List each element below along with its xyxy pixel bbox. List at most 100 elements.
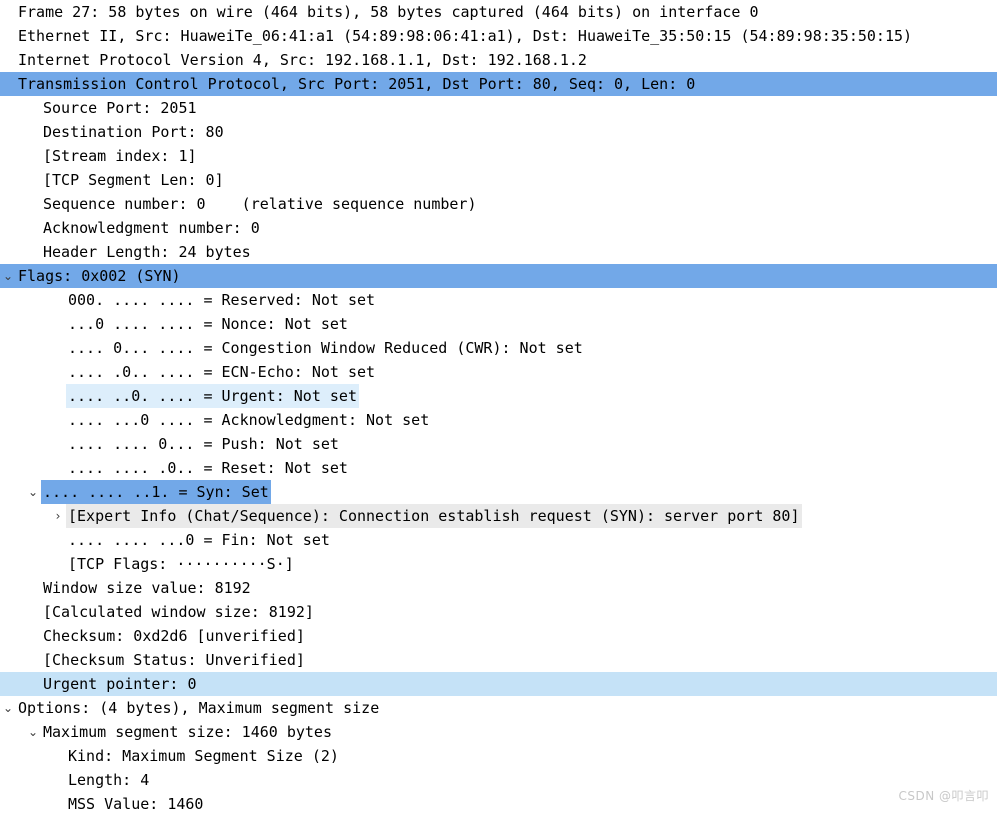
chevron-placeholder	[50, 744, 66, 768]
tree-row-window-size-value[interactable]: Window size value: 8192	[0, 576, 997, 600]
tree-row-flags[interactable]: ⌄Flags: 0x002 (SYN)	[0, 264, 997, 288]
tree-row-label: .... ..0. .... = Urgent: Not set	[66, 384, 359, 408]
chevron-down-icon[interactable]: ⌄	[0, 264, 16, 288]
chevron-placeholder	[25, 144, 41, 168]
chevron-placeholder	[50, 792, 66, 816]
chevron-placeholder	[50, 288, 66, 312]
tree-row-label: Urgent pointer: 0	[41, 672, 199, 696]
tree-row-mss-length[interactable]: Length: 4	[0, 768, 997, 792]
chevron-placeholder	[50, 528, 66, 552]
tree-row-label: Transmission Control Protocol, Src Port:…	[16, 72, 697, 96]
chevron-placeholder	[0, 24, 16, 48]
tree-row-mss-value[interactable]: MSS Value: 1460	[0, 792, 997, 816]
tree-row-label: Maximum segment size: 1460 bytes	[41, 720, 334, 744]
tree-row-label: ...0 .... .... = Nonce: Not set	[66, 312, 350, 336]
tree-row-flag-urgent[interactable]: .... ..0. .... = Urgent: Not set	[0, 384, 997, 408]
chevron-placeholder	[25, 648, 41, 672]
tree-row-calculated-window-size[interactable]: [Calculated window size: 8192]	[0, 600, 997, 624]
chevron-placeholder	[50, 360, 66, 384]
tree-row-flag-reset[interactable]: .... .... .0.. = Reset: Not set	[0, 456, 997, 480]
chevron-placeholder	[0, 48, 16, 72]
tree-row-flag-push[interactable]: .... .... 0... = Push: Not set	[0, 432, 997, 456]
tree-row-flag-ecn-echo[interactable]: .... .0.. .... = ECN-Echo: Not set	[0, 360, 997, 384]
chevron-placeholder	[25, 168, 41, 192]
chevron-placeholder	[0, 72, 16, 96]
chevron-right-icon[interactable]: ›	[50, 504, 66, 528]
tree-row-flag-nonce[interactable]: ...0 .... .... = Nonce: Not set	[0, 312, 997, 336]
chevron-down-icon[interactable]: ⌄	[25, 480, 41, 504]
csdn-watermark: CSDN @叩言叩	[898, 787, 989, 804]
tree-row-label: Ethernet II, Src: HuaweiTe_06:41:a1 (54:…	[16, 24, 914, 48]
tree-row-destination-port[interactable]: Destination Port: 80	[0, 120, 997, 144]
tree-row-frame[interactable]: Frame 27: 58 bytes on wire (464 bits), 5…	[0, 0, 997, 24]
chevron-down-icon[interactable]: ⌄	[0, 696, 16, 720]
tree-row-label: 000. .... .... = Reserved: Not set	[66, 288, 377, 312]
tree-row-stream-index[interactable]: [Stream index: 1]	[0, 144, 997, 168]
tree-row-label: Length: 4	[66, 768, 151, 792]
tree-row-expert-info[interactable]: ›[Expert Info (Chat/Sequence): Connectio…	[0, 504, 997, 528]
tree-row-flag-syn[interactable]: ⌄.... .... ..1. = Syn: Set	[0, 480, 997, 504]
tree-row-label: [Checksum Status: Unverified]	[41, 648, 307, 672]
tree-row-acknowledgment-number[interactable]: Acknowledgment number: 0	[0, 216, 997, 240]
chevron-placeholder	[25, 624, 41, 648]
tree-row-label: [Stream index: 1]	[41, 144, 199, 168]
tree-row-tcp[interactable]: Transmission Control Protocol, Src Port:…	[0, 72, 997, 96]
tree-row-tcp-flags-summary[interactable]: [TCP Flags: ··········S·]	[0, 552, 997, 576]
tree-row-label: .... 0... .... = Congestion Window Reduc…	[66, 336, 585, 360]
tree-row-flag-acknowledgment[interactable]: .... ...0 .... = Acknowledgment: Not set	[0, 408, 997, 432]
tree-row-label: Acknowledgment number: 0	[41, 216, 262, 240]
chevron-placeholder	[25, 240, 41, 264]
chevron-placeholder	[25, 96, 41, 120]
packet-details-tree[interactable]: Frame 27: 58 bytes on wire (464 bits), 5…	[0, 0, 997, 810]
tree-row-label: [Calculated window size: 8192]	[41, 600, 316, 624]
tree-row-flag-cwr[interactable]: .... 0... .... = Congestion Window Reduc…	[0, 336, 997, 360]
chevron-placeholder	[25, 120, 41, 144]
tree-row-ipv4[interactable]: Internet Protocol Version 4, Src: 192.16…	[0, 48, 997, 72]
tree-row-label: Options: (4 bytes), Maximum segment size	[16, 696, 381, 720]
tree-row-mss-kind[interactable]: Kind: Maximum Segment Size (2)	[0, 744, 997, 768]
chevron-placeholder	[50, 336, 66, 360]
tree-row-label: .... .... .0.. = Reset: Not set	[66, 456, 350, 480]
tree-row-tcp-segment-len[interactable]: [TCP Segment Len: 0]	[0, 168, 997, 192]
tree-row-label: .... ...0 .... = Acknowledgment: Not set	[66, 408, 431, 432]
chevron-placeholder	[50, 456, 66, 480]
tree-row-label: Header Length: 24 bytes	[41, 240, 253, 264]
chevron-down-icon[interactable]: ⌄	[25, 720, 41, 744]
chevron-placeholder	[25, 216, 41, 240]
chevron-placeholder	[25, 576, 41, 600]
tree-row-options[interactable]: ⌄Options: (4 bytes), Maximum segment siz…	[0, 696, 997, 720]
tree-row-label: [TCP Flags: ··········S·]	[66, 552, 296, 576]
tree-row-ethernet[interactable]: Ethernet II, Src: HuaweiTe_06:41:a1 (54:…	[0, 24, 997, 48]
chevron-placeholder	[50, 408, 66, 432]
tree-row-header-length[interactable]: Header Length: 24 bytes	[0, 240, 997, 264]
tree-row-checksum[interactable]: Checksum: 0xd2d6 [unverified]	[0, 624, 997, 648]
chevron-placeholder	[50, 384, 66, 408]
tree-row-flag-fin[interactable]: .... .... ...0 = Fin: Not set	[0, 528, 997, 552]
tree-row-label: Source Port: 2051	[41, 96, 199, 120]
tree-row-label: Destination Port: 80	[41, 120, 226, 144]
tree-row-flag-reserved[interactable]: 000. .... .... = Reserved: Not set	[0, 288, 997, 312]
chevron-placeholder	[50, 432, 66, 456]
tree-row-source-port[interactable]: Source Port: 2051	[0, 96, 997, 120]
tree-row-sequence-number[interactable]: Sequence number: 0 (relative sequence nu…	[0, 192, 997, 216]
tree-row-label: Kind: Maximum Segment Size (2)	[66, 744, 341, 768]
chevron-placeholder	[50, 768, 66, 792]
tree-row-label: Internet Protocol Version 4, Src: 192.16…	[16, 48, 589, 72]
tree-row-urgent-pointer[interactable]: Urgent pointer: 0	[0, 672, 997, 696]
chevron-placeholder	[25, 192, 41, 216]
chevron-placeholder	[25, 672, 41, 696]
tree-row-label: Flags: 0x002 (SYN)	[16, 264, 183, 288]
chevron-placeholder	[50, 312, 66, 336]
tree-row-label: Sequence number: 0 (relative sequence nu…	[41, 192, 478, 216]
tree-row-maximum-segment-size[interactable]: ⌄Maximum segment size: 1460 bytes	[0, 720, 997, 744]
tree-row-label: MSS Value: 1460	[66, 792, 205, 816]
tree-row-checksum-status[interactable]: [Checksum Status: Unverified]	[0, 648, 997, 672]
tree-row-label: Checksum: 0xd2d6 [unverified]	[41, 624, 307, 648]
tree-row-label: .... .... 0... = Push: Not set	[66, 432, 341, 456]
tree-row-label: [Expert Info (Chat/Sequence): Connection…	[66, 504, 802, 528]
tree-row-label: .... .... ...0 = Fin: Not set	[66, 528, 332, 552]
chevron-placeholder	[25, 600, 41, 624]
tree-row-label: [TCP Segment Len: 0]	[41, 168, 226, 192]
chevron-placeholder	[50, 552, 66, 576]
tree-row-label: .... .0.. .... = ECN-Echo: Not set	[66, 360, 377, 384]
